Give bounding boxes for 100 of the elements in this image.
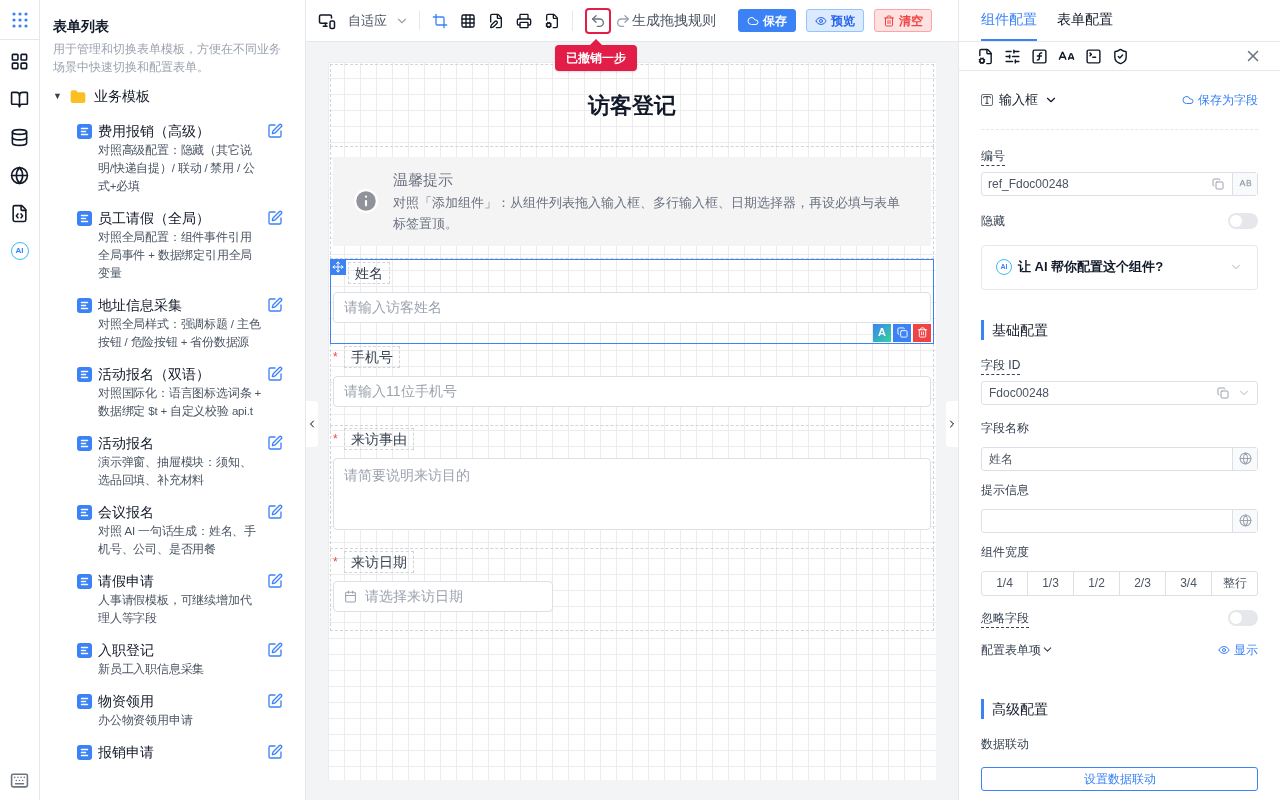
primary-button-icon [747,14,759,27]
edit-icon[interactable] [267,504,283,520]
save-as-field-link[interactable]: 保存为字段 [1182,90,1258,109]
ignore-toggle[interactable] [1228,610,1258,626]
field-label: 手机号 [343,345,400,368]
template-description: 演示弹窗、抽屉模块：须知、选品回填、补充材料 [98,455,253,488]
apps-icon[interactable] [10,10,29,29]
template-title[interactable]: 费用报销（高级） [98,121,261,141]
keyboard-icon[interactable] [10,771,29,790]
collapse-left-button[interactable] [306,401,318,447]
width-option[interactable]: 1/4 [982,571,1028,595]
delete-button[interactable] [913,323,931,342]
globe-icon[interactable] [10,166,29,185]
document-icon [77,505,92,520]
required-mark: * [333,348,338,366]
tab[interactable]: 组件配置 [981,9,1037,41]
copy-icon[interactable] [1212,177,1224,190]
info-icon [353,188,379,215]
template-title[interactable]: 活动报名（双语） [98,364,261,384]
copy-button[interactable] [893,323,911,342]
trash-icon [916,327,928,338]
drag-handle[interactable] [330,258,346,275]
hidden-toggle[interactable] [1228,212,1258,229]
template-description: 人事请假模板，可继续增加代理人等字段 [98,593,253,626]
width-option[interactable]: 3/4 [1166,571,1212,595]
database-icon[interactable] [10,128,29,147]
selected-field[interactable]: 姓名 请输入访客姓名 A [330,258,934,344]
document-icon [77,574,92,589]
form-field[interactable]: * 手机号 请输入11位手机号 [330,343,934,426]
template-title[interactable]: 活动报名 [98,433,261,453]
form-items-toggle[interactable]: 配置表单项 [981,640,1054,659]
calendar-icon [344,589,357,603]
field-label: 编号 [981,146,1005,166]
document-icon [77,298,92,313]
field-label: 提示信息 [981,481,1029,499]
hint-input[interactable] [981,508,1258,533]
copy-icon[interactable] [1217,386,1229,399]
grid-icon[interactable] [460,12,476,29]
cloud-icon [1182,93,1194,106]
field-label: 忽略字段 [981,608,1029,628]
form-field[interactable]: * 来访事由 请简要说明来访目的 [330,425,934,549]
field-label: 字段名称 [981,419,1029,437]
template-title[interactable]: 员工请假（全局） [98,208,261,228]
toolbar-button[interactable]: 预览 [806,9,864,32]
document-icon [77,211,92,226]
edit-file-icon[interactable] [488,12,504,29]
template-title[interactable]: 地址信息采集 [98,295,261,315]
expand-caret[interactable]: ▼ [53,89,62,104]
file-settings-icon[interactable] [544,12,560,29]
layout-select[interactable]: 自适应 [348,10,420,31]
component-type-select[interactable]: 输入框 [981,90,1058,110]
width-option[interactable]: 1/3 [1028,571,1074,595]
data-link-button[interactable]: 设置数据联动 [981,766,1258,791]
template-title[interactable]: 报销申请 [98,742,261,762]
redo-button[interactable]: 生成拖拽规则 [615,10,716,31]
edit-icon[interactable] [267,435,283,451]
code-icon[interactable] [10,204,29,223]
sliders-icon[interactable] [1004,47,1021,65]
component-settings-icon[interactable] [977,47,994,65]
width-option[interactable]: 1/2 [1074,571,1120,595]
field-id-select[interactable]: Fdoc00248 [981,380,1258,405]
terminal-icon[interactable] [1085,47,1102,65]
edit-icon[interactable] [267,573,283,589]
undo-icon [590,12,606,29]
folder-label[interactable]: 业务模板 [93,86,150,107]
printer-icon[interactable] [516,12,532,29]
template-title[interactable]: 请假申请 [98,571,261,591]
tip-title: 温馨提示 [393,170,454,190]
show-link[interactable]: 显示 [1218,640,1258,659]
copy-icon [896,327,908,338]
form-field[interactable]: * 来访日期 请选择来访日期 [330,548,934,631]
edit-icon[interactable] [267,210,283,226]
device-icon[interactable] [318,11,336,30]
redo-icon [615,12,631,29]
edit-icon[interactable] [267,642,283,658]
section-title: 基础配置 [981,319,1258,340]
tab[interactable]: 表单配置 [1057,9,1113,41]
toolbar-button[interactable]: 保存 [738,9,796,32]
template-title[interactable]: 入职登记 [98,640,261,660]
template-title[interactable]: 会议报名 [98,502,261,522]
book-icon[interactable] [10,90,29,109]
field-name-input[interactable]: 姓名 [981,446,1258,471]
ref-field[interactable]: ref_Fdoc00248 [981,171,1258,196]
template-description: 对照高级配置：隐藏（其它说明/快递自提）/ 联动 / 禁用 / 公式+必填 [98,143,256,194]
undo-button[interactable] [585,7,611,34]
collapse-right-button[interactable] [946,401,958,447]
edit-icon[interactable] [267,297,283,313]
edit-icon[interactable] [267,123,283,139]
width-option[interactable]: 整行 [1212,571,1257,595]
edit-icon[interactable] [267,366,283,382]
field-label: 数据联动 [981,735,1030,753]
template-description: 新员工入职信息采集 [98,662,206,677]
edit-icon[interactable] [267,744,283,760]
width-option[interactable]: 2/3 [1120,571,1166,595]
shield-icon[interactable] [1112,47,1129,65]
document-icon [77,124,92,139]
function-icon[interactable] [1031,47,1048,65]
template-title[interactable]: 物资领用 [98,691,261,711]
edit-icon[interactable] [267,693,283,709]
grid-icon[interactable] [10,52,29,71]
